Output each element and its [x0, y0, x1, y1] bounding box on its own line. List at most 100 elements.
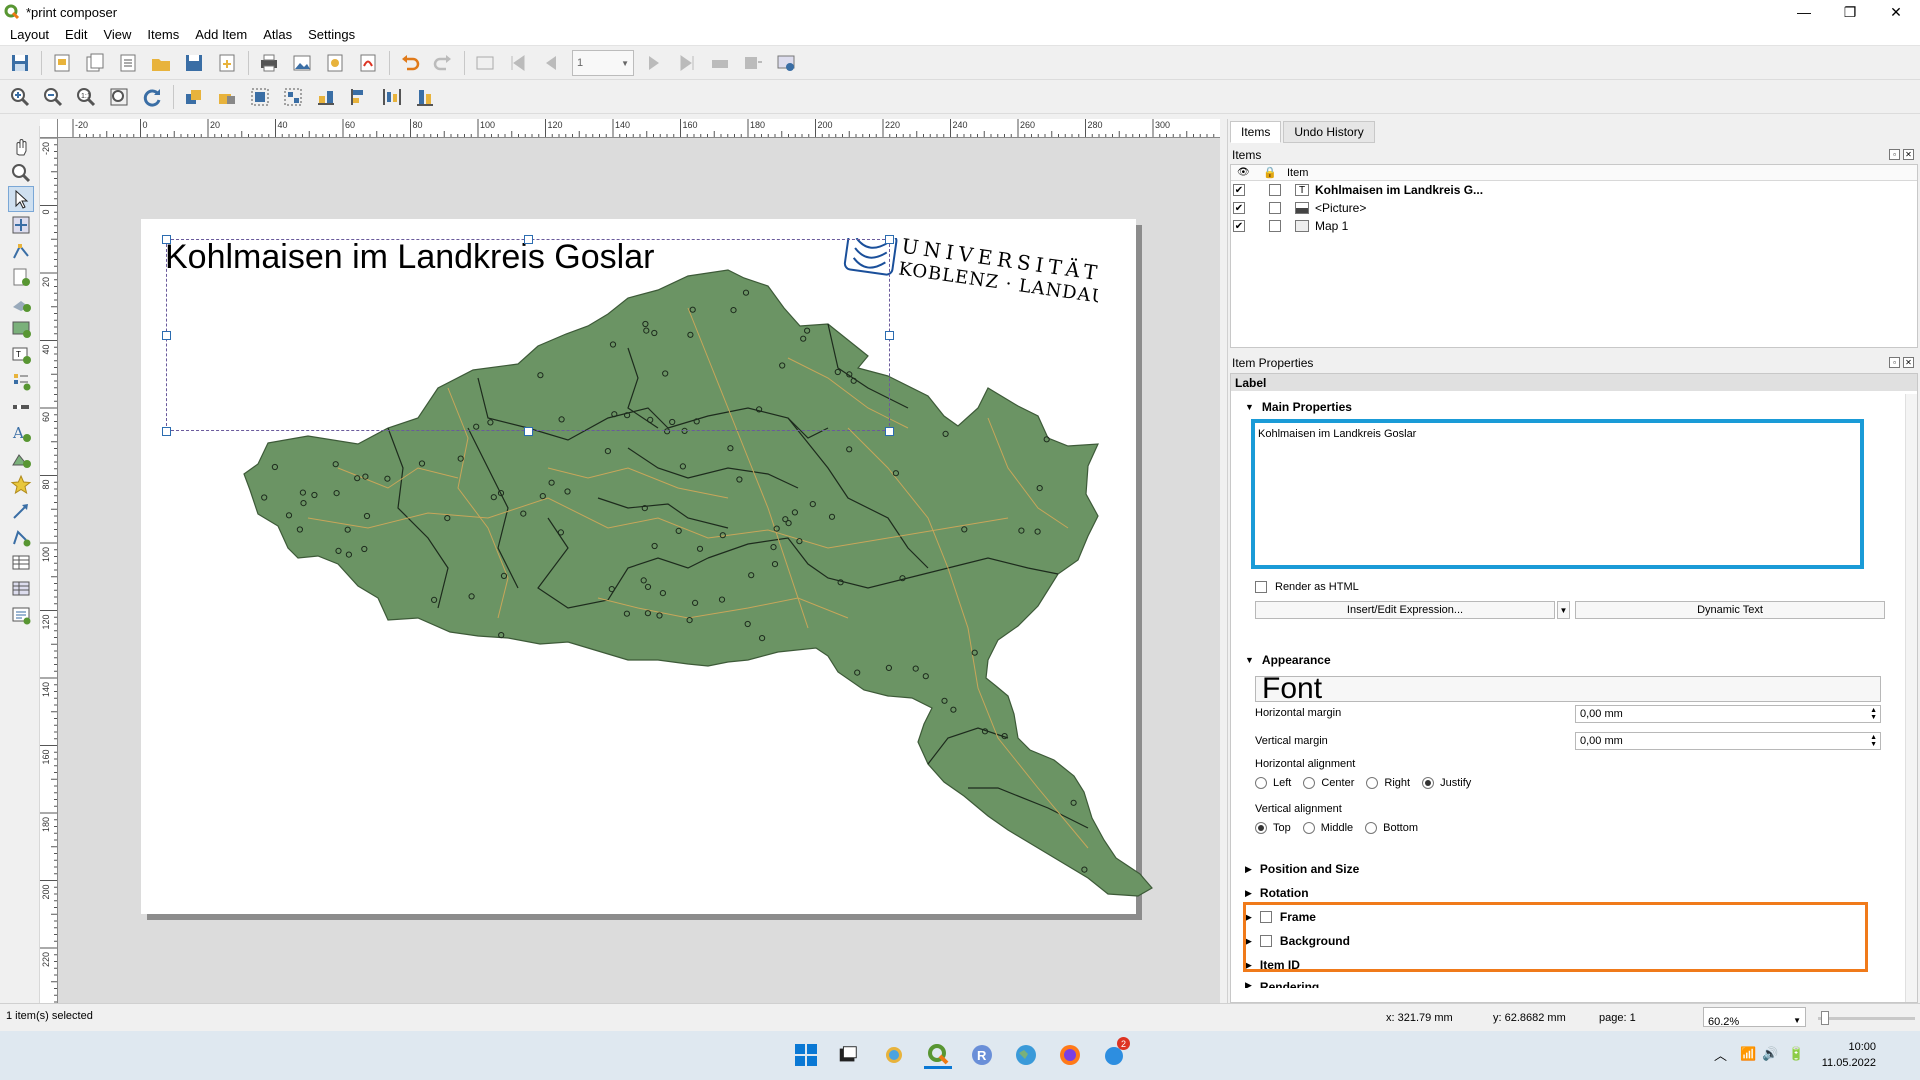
add-arrow-icon[interactable]: [8, 498, 34, 524]
radio-button[interactable]: [1255, 822, 1267, 834]
resize-handle[interactable]: [162, 235, 171, 244]
ungroup-items-icon[interactable]: [280, 84, 306, 110]
float-icon[interactable]: ▫: [1889, 357, 1900, 368]
save-icon[interactable]: [7, 50, 33, 76]
tab-items[interactable]: Items: [1230, 121, 1282, 143]
add-picture-icon[interactable]: T: [8, 342, 34, 368]
resize-handle[interactable]: [885, 235, 894, 244]
zoom-in-icon[interactable]: [7, 84, 33, 110]
clock-date[interactable]: 11.05.2022: [1816, 1057, 1876, 1069]
expression-dropdown-icon[interactable]: ▼: [1557, 601, 1570, 619]
rotation-group[interactable]: ▶ Rotation: [1245, 886, 1309, 900]
distribute-items-icon[interactable]: [346, 84, 372, 110]
spin-arrows-icon[interactable]: ▲ ▼: [1870, 707, 1877, 721]
visibility-checkbox[interactable]: ✔: [1233, 202, 1245, 214]
horizontal-margin-field[interactable]: 0,00 mm ▲ ▼: [1575, 705, 1881, 723]
qgis-taskbar-icon[interactable]: [924, 1041, 952, 1069]
lock-items-icon[interactable]: [214, 84, 240, 110]
atlas-settings-icon[interactable]: [773, 50, 799, 76]
menu-items[interactable]: Items: [137, 27, 185, 42]
halign-left[interactable]: Left: [1255, 777, 1291, 789]
render-html-row[interactable]: Render as HTML: [1255, 581, 1359, 593]
select-move-icon[interactable]: [8, 186, 34, 212]
undo-icon[interactable]: [397, 50, 423, 76]
clock-time[interactable]: 10:00: [1816, 1041, 1876, 1053]
zoom-slider[interactable]: [1818, 1017, 1915, 1020]
export-atlas-icon[interactable]: [740, 50, 766, 76]
appearance-group[interactable]: ▼ Appearance: [1245, 653, 1331, 667]
add-legend-icon[interactable]: [8, 368, 34, 394]
zoom-out-icon[interactable]: [40, 84, 66, 110]
add-map-icon[interactable]: [8, 316, 34, 342]
save-template-icon[interactable]: [181, 50, 207, 76]
float-icon[interactable]: ▫: [1889, 149, 1900, 160]
render-html-checkbox[interactable]: [1255, 581, 1267, 593]
r-app-icon[interactable]: R: [968, 1041, 996, 1069]
new-layout-icon[interactable]: [49, 50, 75, 76]
main-properties-group[interactable]: ▼ Main Properties: [1245, 400, 1352, 414]
previous-feature-icon[interactable]: [538, 50, 564, 76]
resize-handle[interactable]: [162, 427, 171, 436]
zoom-slider-handle[interactable]: [1821, 1011, 1829, 1025]
label-selection-box[interactable]: [166, 239, 890, 431]
zoom-tool-icon[interactable]: [8, 160, 34, 186]
raise-items-icon[interactable]: [181, 84, 207, 110]
windows-start-icon[interactable]: [792, 1041, 820, 1069]
wifi-icon[interactable]: 📶: [1740, 1046, 1756, 1062]
menu-settings[interactable]: Settings: [298, 27, 361, 42]
insert-expression-button[interactable]: Insert/Edit Expression...: [1255, 601, 1555, 619]
refresh-icon[interactable]: [139, 84, 165, 110]
add-scalebar-icon[interactable]: [8, 394, 34, 420]
open-template-icon[interactable]: [148, 50, 174, 76]
menu-add-item[interactable]: Add Item: [185, 27, 253, 42]
menu-view[interactable]: View: [93, 27, 137, 42]
add-pages-tool-icon[interactable]: [8, 264, 34, 290]
list-item[interactable]: ✔ T Kohlmaisen im Landkreis G...: [1231, 181, 1917, 199]
group-items-icon[interactable]: [247, 84, 273, 110]
resize-handle[interactable]: [885, 427, 894, 436]
battery-icon[interactable]: 🔋: [1788, 1046, 1804, 1062]
last-feature-icon[interactable]: [674, 50, 700, 76]
resize-handle[interactable]: [524, 427, 533, 436]
add-3d-map-icon[interactable]: [8, 290, 34, 316]
align-items-icon[interactable]: [313, 84, 339, 110]
close-panel-icon[interactable]: ✕: [1903, 149, 1914, 160]
tab-undo-history[interactable]: Undo History: [1283, 121, 1375, 143]
add-node-item-icon[interactable]: [8, 524, 34, 550]
dynamic-text-button[interactable]: Dynamic Text: [1575, 601, 1885, 619]
volume-icon[interactable]: 🔊: [1762, 1046, 1778, 1062]
layout-manager-icon[interactable]: [115, 50, 141, 76]
radio-button[interactable]: [1302, 822, 1315, 834]
menu-layout[interactable]: Layout: [0, 27, 55, 42]
weather-icon[interactable]: [880, 1041, 908, 1069]
menu-atlas[interactable]: Atlas: [253, 27, 298, 42]
print-icon[interactable]: [256, 50, 282, 76]
chevron-up-icon[interactable]: ︿: [1714, 1045, 1727, 1064]
props-scrollbar[interactable]: [1905, 394, 1917, 1002]
globe-app-icon[interactable]: [1012, 1041, 1040, 1069]
menu-edit[interactable]: Edit: [55, 27, 93, 42]
valign-top[interactable]: Top: [1255, 822, 1291, 834]
radio-button[interactable]: [1422, 777, 1435, 789]
edit-nodes-icon[interactable]: [8, 238, 34, 264]
halign-right[interactable]: Right: [1366, 777, 1410, 789]
vertical-margin-field[interactable]: 0,00 mm ▲ ▼: [1575, 732, 1881, 750]
redo-icon[interactable]: [430, 50, 456, 76]
visibility-checkbox[interactable]: ✔: [1233, 184, 1245, 196]
taskview-icon[interactable]: [834, 1041, 862, 1069]
visibility-checkbox[interactable]: ✔: [1233, 220, 1245, 232]
font-button[interactable]: Font: [1255, 676, 1881, 702]
radio-button[interactable]: [1365, 822, 1378, 834]
add-fixed-table-icon[interactable]: [8, 576, 34, 602]
valign-middle[interactable]: Middle: [1302, 822, 1353, 834]
close-button[interactable]: ✕: [1873, 0, 1919, 24]
list-item[interactable]: ✔ Map 1: [1231, 217, 1917, 235]
spin-arrows-icon[interactable]: ▲ ▼: [1870, 734, 1877, 748]
minimize-button[interactable]: —: [1781, 0, 1827, 24]
atlas-page-field[interactable]: 1 ▼: [572, 49, 634, 76]
add-shape-icon[interactable]: [8, 446, 34, 472]
radio-button[interactable]: [1303, 777, 1316, 789]
print-atlas-icon[interactable]: [707, 50, 733, 76]
radio-button[interactable]: [1255, 777, 1267, 789]
resize-handle[interactable]: [885, 331, 894, 340]
